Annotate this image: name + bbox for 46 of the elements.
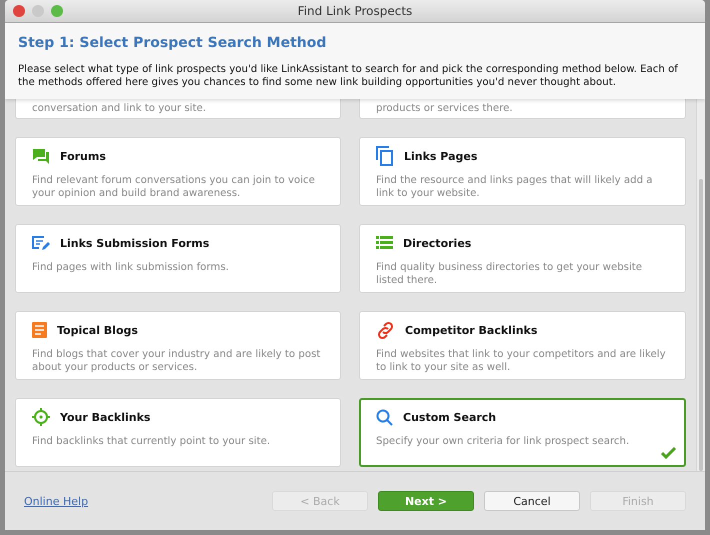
method-title: Directories — [403, 236, 472, 250]
window-title: Find Link Prospects — [298, 4, 412, 18]
document-icon — [32, 322, 47, 338]
method-description: conversation and link to your site. — [32, 102, 207, 115]
list-icon — [376, 236, 393, 250]
method-card[interactable]: conversation and link to your site. — [15, 99, 341, 119]
scrollbar-thumb[interactable] — [699, 179, 703, 471]
method-description: Find the resource and links pages that will likely add a link to your website. — [376, 174, 654, 200]
minimize-button[interactable] — [32, 5, 44, 17]
method-card[interactable]: Directories Find quality business directories to get your website listed there. — [359, 224, 686, 293]
crosshair-icon — [32, 408, 50, 426]
method-title: Competitor Backlinks — [405, 324, 538, 336]
checkmark-icon — [661, 447, 676, 459]
method-card[interactable]: Topical Blogs Find blogs that cover your industry and are likely to post about your products or services. — [15, 311, 341, 380]
method-card[interactable]: Forums Find relevant forum conversations you can join to voice your opinion and build brand awareness. — [15, 137, 341, 206]
online-help-link[interactable]: Online Help — [24, 494, 88, 508]
method-description: Find quality business directories to get your website listed there. — [376, 261, 644, 287]
close-button[interactable] — [13, 5, 25, 17]
method-title: Links Pages — [404, 150, 478, 162]
method-card[interactable]: Competitor Backlinks Find websites that link to your competitors and are likely to link to your site as well. — [359, 311, 686, 380]
method-description: products or services there. — [376, 102, 514, 115]
method-title: Your Backlinks — [60, 410, 150, 424]
method-description: Specify your own criteria for link prospect search. — [376, 435, 630, 448]
method-card[interactable]: Links Submission Forms Find pages with link submission forms. — [15, 224, 341, 293]
step-title: Step 1: Select Prospect Search Method — [18, 35, 328, 51]
method-description: Find pages with link submission forms. — [32, 261, 230, 274]
method-description: Find websites that link to your competitors and are likely to link to your site as well. — [376, 348, 667, 374]
method-card[interactable]: Links Pages Find the resource and links pages that will likely add a link to your website. — [359, 137, 686, 206]
method-card[interactable]: Custom Search Specify your own criteria for link prospect search. — [359, 398, 686, 467]
method-description: Find blogs that cover your industry and are likely to post about your products or services. — [32, 348, 322, 374]
copy-pages-icon — [376, 146, 394, 166]
method-description: Find backlinks that currently point to your site. — [32, 435, 272, 448]
method-title: Links Submission Forms — [60, 236, 210, 250]
step-description: Please select what type of link prospects you'd like LinkAssistant to search for and pick the corresponding method below. Each of the methods offered here gives you chances to find some new link building opportunities you'd never thought about. — [18, 63, 679, 89]
method-title: Forums — [60, 150, 106, 162]
method-title: Custom Search — [403, 410, 496, 424]
method-title: Topical Blogs — [57, 324, 138, 336]
method-card[interactable]: Your Backlinks Find backlinks that currently point to your site. — [15, 398, 341, 467]
dialog-button[interactable]: Cancel — [484, 491, 580, 511]
chain-link-icon — [376, 320, 395, 340]
zoom-button[interactable] — [51, 5, 63, 17]
speech-bubbles-icon — [32, 148, 50, 164]
form-edit-icon — [32, 234, 50, 252]
method-description: Find relevant forum conversations you can join to voice your opinion and build brand awareness. — [32, 174, 316, 200]
search-icon — [376, 408, 393, 426]
method-card[interactable]: products or services there. — [359, 99, 686, 119]
